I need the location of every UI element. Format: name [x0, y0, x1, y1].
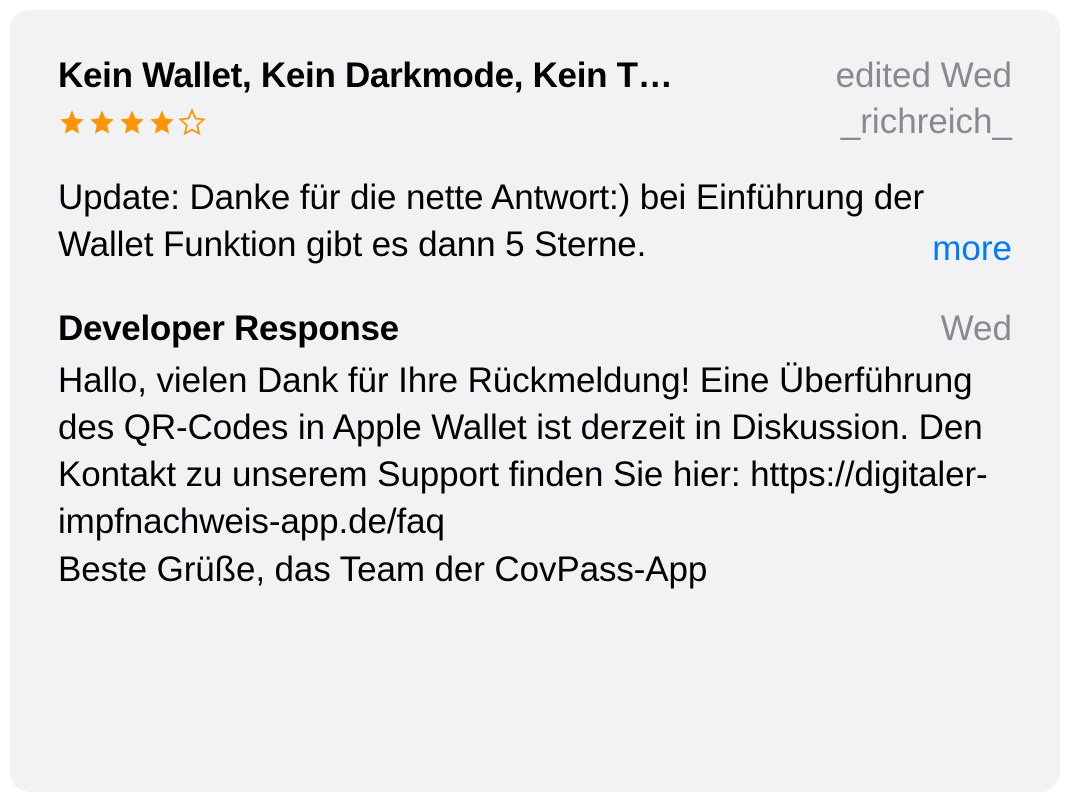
star-outline-icon [178, 108, 206, 136]
star-filled-icon [58, 108, 86, 136]
developer-response-body: Hallo, vielen Dank für Ihre Rückmeldung!… [58, 357, 1012, 593]
star-rating [58, 108, 206, 136]
more-link[interactable]: more [922, 229, 1012, 269]
review-card: Kein Wallet, Kein Darkmode, Kein T… edit… [10, 10, 1060, 792]
developer-response-title: Developer Response [58, 309, 399, 349]
developer-response-header: Developer Response Wed [58, 309, 1012, 349]
review-body: Update: Danke für die nette Antwort:) be… [58, 174, 1012, 269]
star-filled-icon [88, 108, 116, 136]
star-filled-icon [148, 108, 176, 136]
review-subheader: _richreich_ [58, 102, 1012, 142]
developer-response-date: Wed [941, 309, 1012, 349]
review-header: Kein Wallet, Kein Darkmode, Kein T… edit… [58, 56, 1012, 96]
reviewer-name: _richreich_ [841, 102, 1012, 142]
star-filled-icon [118, 108, 146, 136]
review-edited-date: edited Wed [836, 56, 1012, 96]
review-body-wrapper: Update: Danke für die nette Antwort:) be… [58, 174, 1012, 269]
review-title: Kein Wallet, Kein Darkmode, Kein T… [58, 56, 672, 96]
